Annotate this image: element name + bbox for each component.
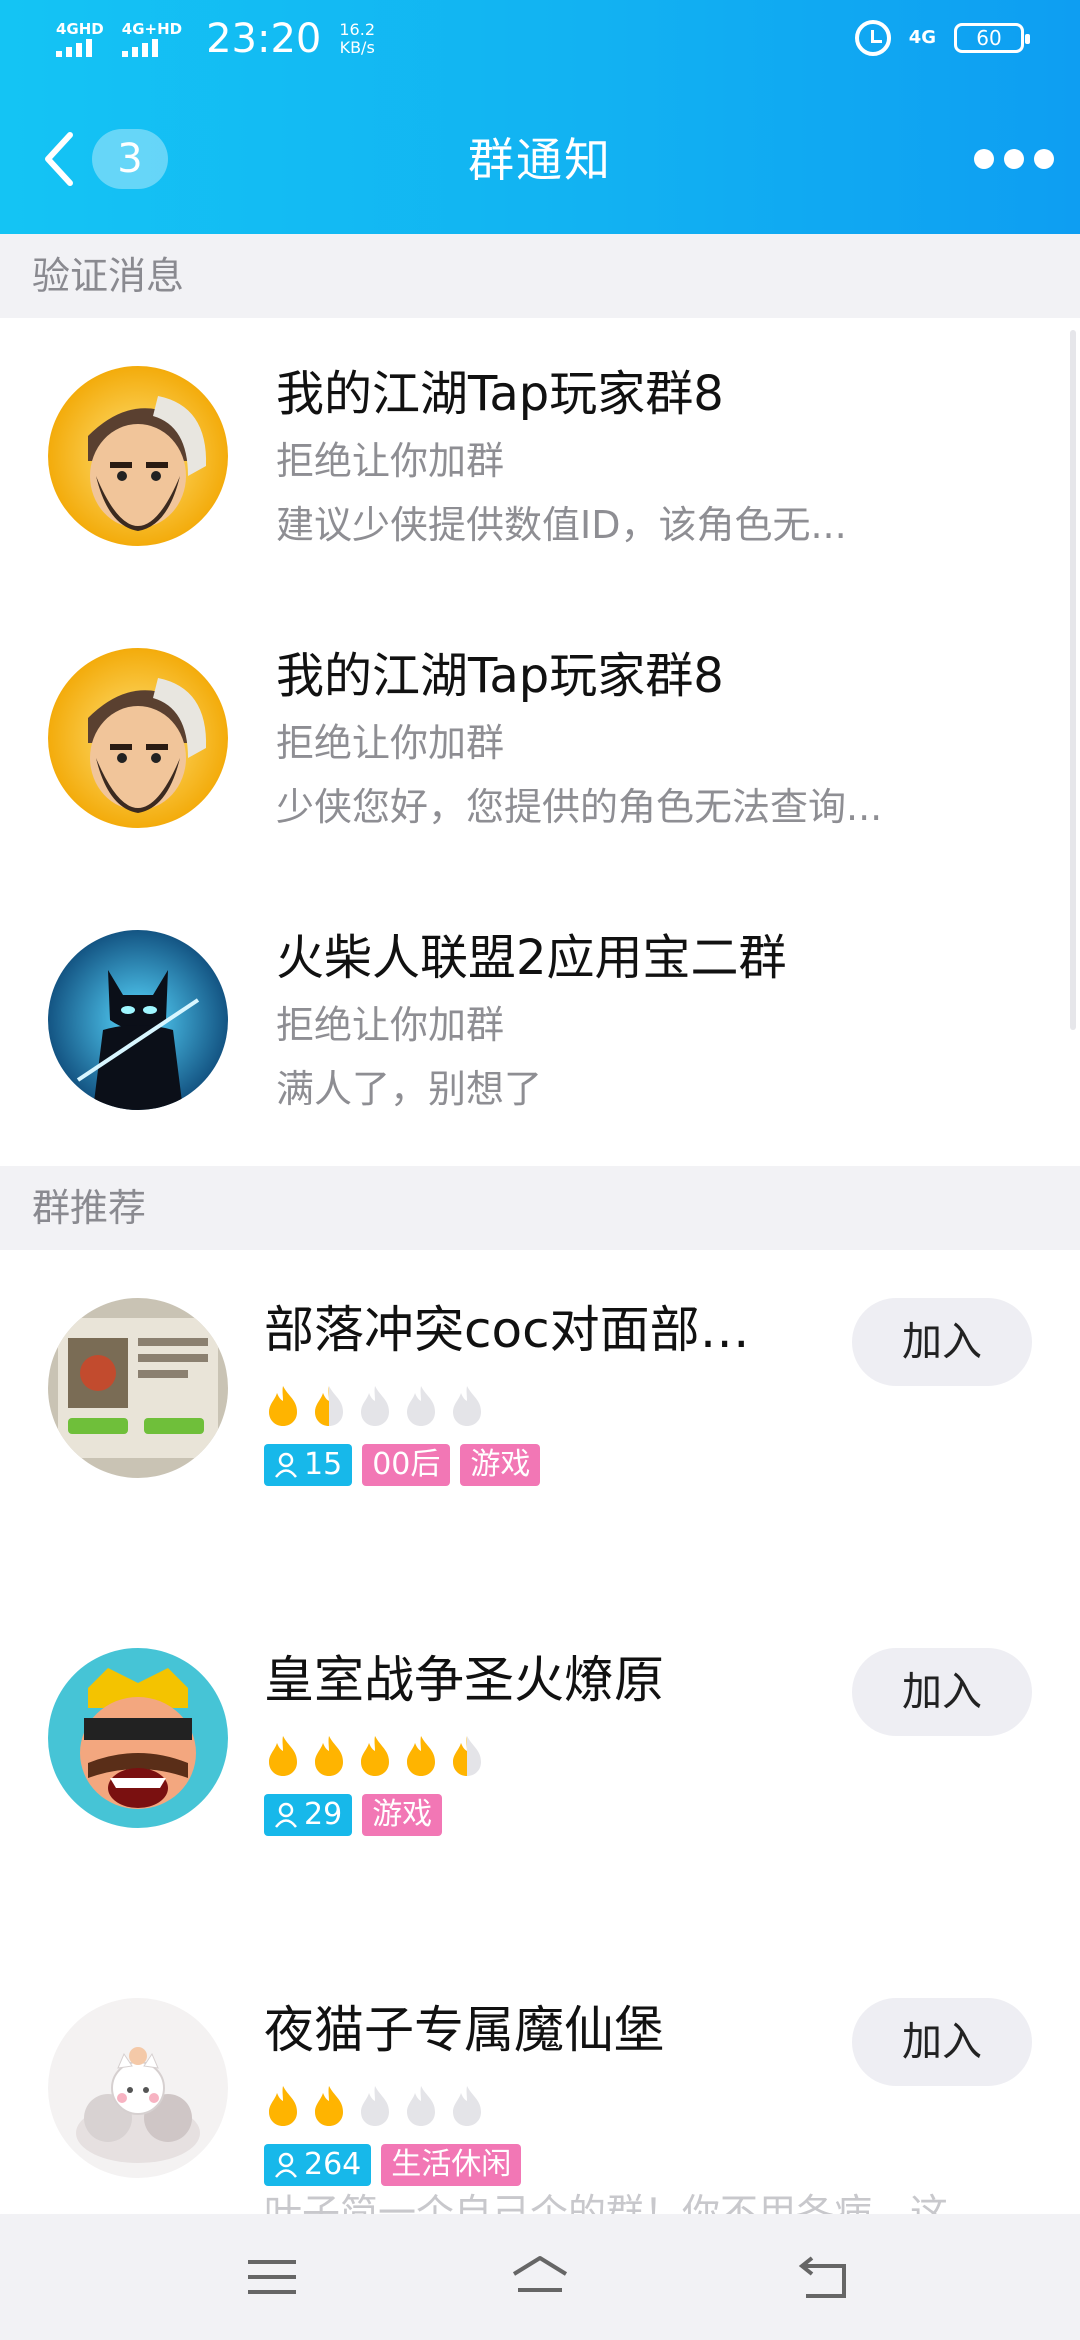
sim1-signal-icon: 4GHD xyxy=(56,21,104,57)
notification-item[interactable]: 我的江湖Tap玩家群8 拒绝让你加群 少侠您好，您提供的角色无法查询... xyxy=(0,600,1080,882)
speed-unit: KB/s xyxy=(339,38,375,57)
status-bar: 4GHD 4G+HD 23:20 16.2 KB/s 4G 60 xyxy=(0,0,1080,80)
group-avatar xyxy=(48,1648,228,1828)
sim2-signal-icon: 4G+HD xyxy=(121,20,183,57)
flame-icon xyxy=(315,1386,343,1426)
recommend-item[interactable]: 部落冲突coc对面部… 15 00后 游戏 加入 xyxy=(0,1250,1080,1600)
member-count-tag: 264 xyxy=(264,2144,372,2186)
warrior-avatar-icon xyxy=(48,366,228,546)
page-title: 群通知 xyxy=(468,133,612,187)
heat-rating xyxy=(264,1734,486,1778)
group-name: 火柴人联盟2应用宝二群 xyxy=(276,930,787,986)
alarm-icon xyxy=(854,20,891,56)
category-tag: 游戏 xyxy=(460,1444,541,1486)
battery-level: 60 xyxy=(976,26,1002,50)
home-button[interactable] xyxy=(490,2242,590,2312)
group-avatar xyxy=(48,930,228,1110)
recommend-item[interactable]: 夜猫子专属魔仙堡 264 生活休闲 加入 xyxy=(0,1950,1080,2214)
return-icon xyxy=(798,2256,846,2298)
notification-item[interactable]: 我的江湖Tap玩家群8 拒绝让你加群 建议少侠提供数值ID，该角色无... xyxy=(0,318,1080,600)
member-count-tag: 15 xyxy=(264,1444,353,1486)
flame-icon xyxy=(407,1386,435,1426)
group-name: 我的江湖Tap玩家群8 xyxy=(276,648,724,704)
menu-icon xyxy=(248,2260,296,2294)
group-avatar xyxy=(48,366,228,546)
flame-icon xyxy=(315,1736,343,1776)
recommend-item[interactable]: 皇室战争圣火燎原 29 游戏 加入 xyxy=(0,1600,1080,1950)
status-text: 拒绝让你加群 xyxy=(276,721,505,765)
scrollbar[interactable] xyxy=(1070,330,1076,1030)
member-count: 29 xyxy=(304,1797,343,1832)
person-icon xyxy=(275,2152,297,2178)
tag-list: 15 00后 游戏 xyxy=(264,1444,541,1486)
message-text: 满人了，别想了 xyxy=(276,1067,543,1111)
heat-rating xyxy=(264,1384,486,1428)
join-button[interactable]: 加入 xyxy=(852,1298,1032,1386)
person-icon xyxy=(275,1802,297,1828)
status-left: 4GHD 4G+HD 23:20 16.2 KB/s xyxy=(56,14,375,64)
flame-icon xyxy=(453,1386,481,1426)
warrior-avatar-icon xyxy=(48,648,228,828)
notification-item[interactable]: 火柴人联盟2应用宝二群 拒绝让你加群 满人了，别想了 xyxy=(0,882,1080,1164)
tag-list: 264 生活休闲 xyxy=(264,2144,522,2186)
screenshot-avatar-icon xyxy=(48,1298,228,1478)
flame-icon xyxy=(407,1736,435,1776)
join-button[interactable]: 加入 xyxy=(852,1648,1032,1736)
section-title: 验证消息 xyxy=(32,254,185,298)
group-name: 我的江湖Tap玩家群8 xyxy=(276,366,724,422)
header: 4GHD 4G+HD 23:20 16.2 KB/s 4G 60 3 群通知 xyxy=(0,0,1080,234)
member-count: 15 xyxy=(304,1447,343,1482)
king-avatar-icon xyxy=(48,1648,228,1828)
group-avatar xyxy=(48,1298,228,1478)
stickman-avatar-icon xyxy=(48,930,228,1110)
message-text: 建议少侠提供数值ID，该角色无... xyxy=(276,503,847,547)
sim2-label: 4G+HD xyxy=(121,20,183,38)
status-right: 4G 60 xyxy=(854,20,1030,56)
category-tag: 00后 xyxy=(362,1444,451,1486)
heat-rating xyxy=(264,2084,486,2128)
section-header-verification: 验证消息 xyxy=(0,234,1080,318)
more-dots-icon[interactable] xyxy=(974,144,1054,174)
section-title: 群推荐 xyxy=(32,1186,147,1230)
group-avatar xyxy=(48,1998,228,2178)
flame-icon xyxy=(269,2086,297,2126)
message-text: 少侠您好，您提供的角色无法查询... xyxy=(276,785,883,829)
flame-icon xyxy=(269,1386,297,1426)
system-nav-bar xyxy=(0,2214,1080,2340)
network-type: 4G xyxy=(908,27,936,48)
member-count-tag: 29 xyxy=(264,1794,353,1836)
sim1-label: 4GHD xyxy=(56,20,104,38)
join-button[interactable]: 加入 xyxy=(852,1998,1032,2086)
flame-icon xyxy=(269,1736,297,1776)
flame-icon xyxy=(315,2086,343,2126)
flame-icon xyxy=(361,1736,389,1776)
network-speed: 16.2 KB/s xyxy=(339,21,375,57)
section-header-recommend: 群推荐 xyxy=(0,1166,1080,1250)
nav-bar: 3 群通知 xyxy=(0,100,1080,220)
group-name: 部落冲突coc对面部… xyxy=(264,1301,750,1359)
menu-button[interactable] xyxy=(222,2242,322,2312)
cats-avatar-icon xyxy=(48,1998,228,2178)
group-avatar xyxy=(48,648,228,828)
flame-icon xyxy=(453,1736,481,1776)
tag-list: 29 游戏 xyxy=(264,1794,443,1836)
category-tag: 游戏 xyxy=(362,1794,443,1836)
flame-icon xyxy=(361,1386,389,1426)
person-icon xyxy=(275,1452,297,1478)
group-name: 皇室战争圣火燎原 xyxy=(264,1651,664,1709)
back-nav-button[interactable] xyxy=(774,2242,874,2312)
clock: 23:20 xyxy=(206,16,322,62)
flame-icon xyxy=(407,2086,435,2126)
status-text: 拒绝让你加群 xyxy=(276,1003,505,1047)
speed-value: 16.2 xyxy=(339,20,375,39)
group-name: 夜猫子专属魔仙堡 xyxy=(264,2001,664,2059)
status-text: 拒绝让你加群 xyxy=(276,439,505,483)
flame-icon xyxy=(361,2086,389,2126)
home-icon xyxy=(512,2256,568,2292)
battery-icon: 60 xyxy=(954,23,1030,53)
member-count: 264 xyxy=(304,2147,362,2182)
group-description: 叶子简一个自己个的群！你不用各病，这 xyxy=(264,2191,949,2214)
category-tag: 生活休闲 xyxy=(381,2144,522,2186)
flame-icon xyxy=(453,2086,481,2126)
